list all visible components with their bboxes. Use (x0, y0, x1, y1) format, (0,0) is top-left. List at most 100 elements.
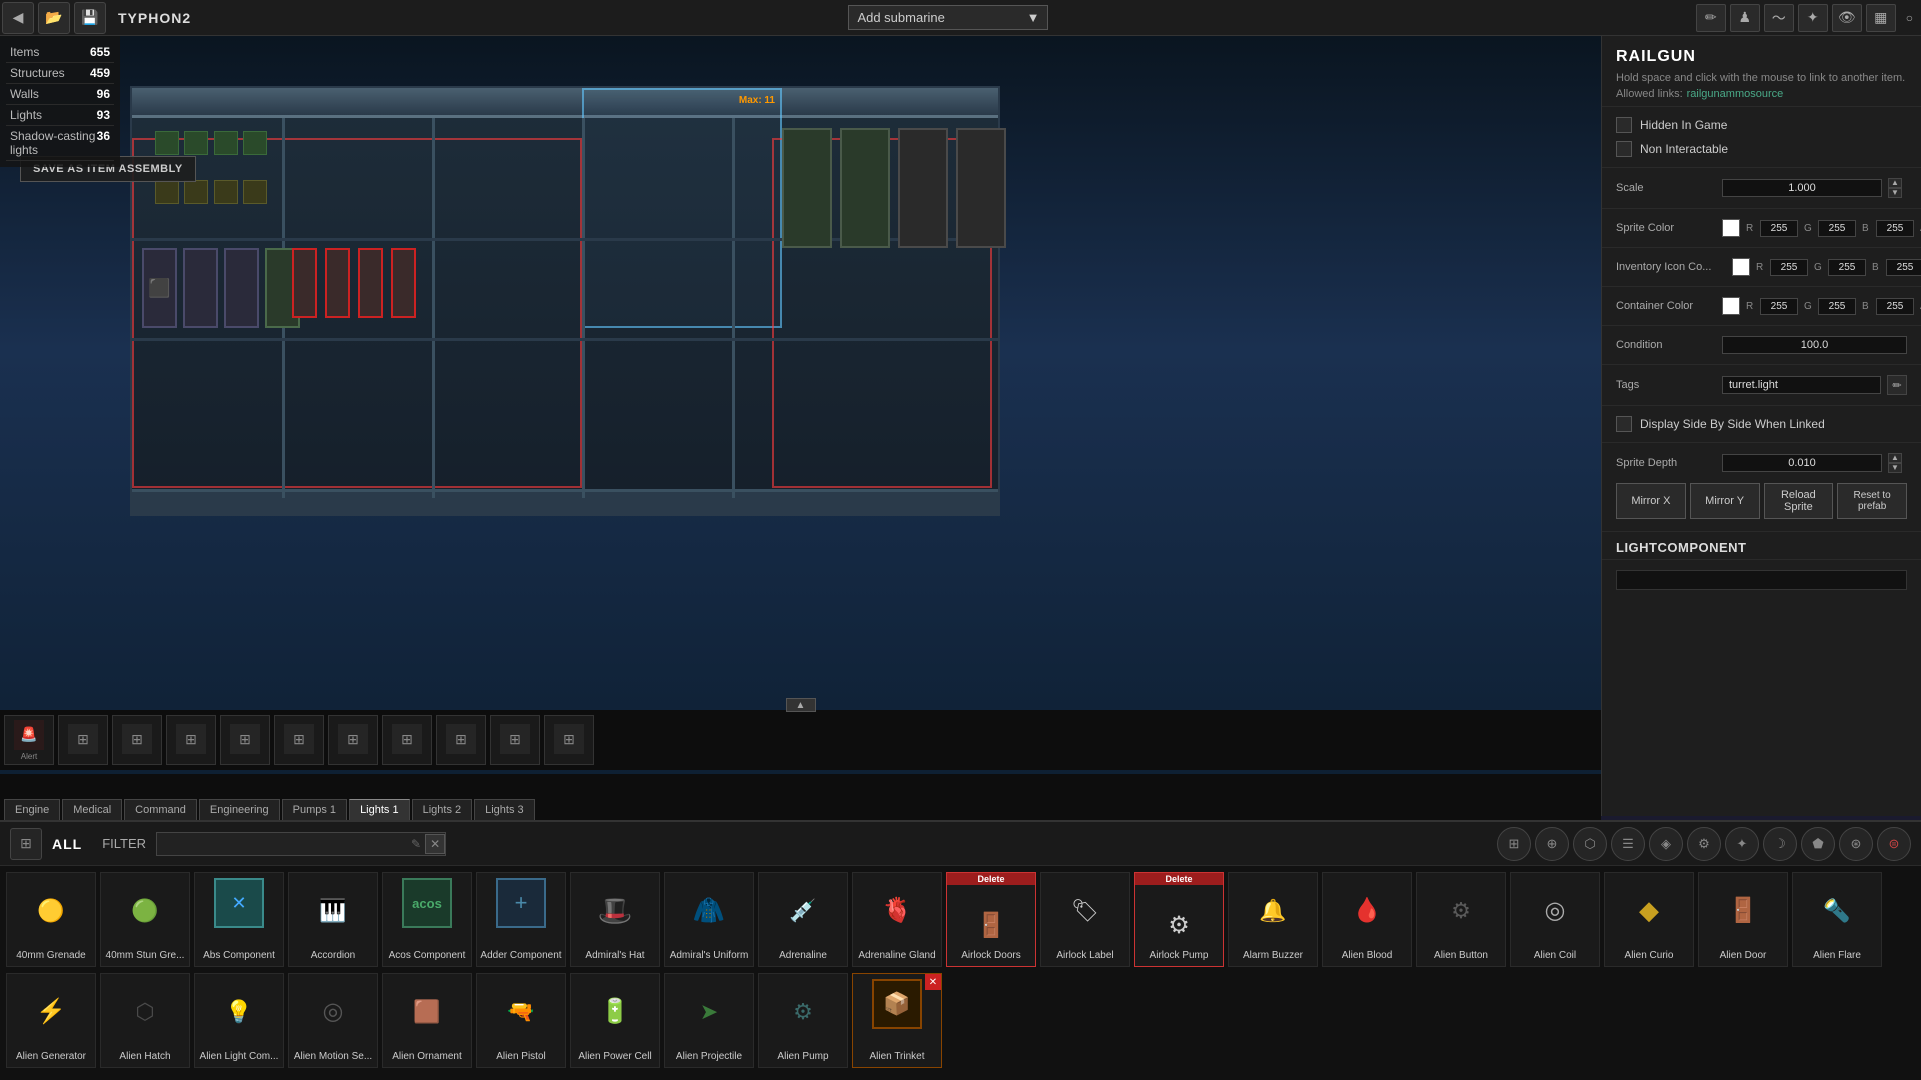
filter-cat-8[interactable]: ⬟ (1801, 827, 1835, 861)
sublayer-item[interactable]: ⊞ (166, 715, 216, 765)
item-alien-motion-sensor[interactable]: ◎ Alien Motion Se... (288, 973, 378, 1068)
node-tool[interactable]: ✦ (1798, 4, 1828, 32)
item-alien-generator[interactable]: ⚡ Alien Generator (6, 973, 96, 1068)
item-alien-button[interactable]: ⚙ Alien Button (1416, 872, 1506, 967)
filter-input[interactable] (157, 833, 407, 855)
scale-up-btn[interactable]: ▲ (1888, 178, 1902, 188)
item-alien-flare[interactable]: 🔦 Alien Flare (1792, 872, 1882, 967)
sublayer-item[interactable]: ⊞ (220, 715, 270, 765)
condition-input[interactable] (1722, 336, 1907, 354)
item-alien-coil[interactable]: ◎ Alien Coil (1510, 872, 1600, 967)
item-alien-pistol[interactable]: 🔫 Alien Pistol (476, 973, 566, 1068)
container-color-swatch[interactable] (1722, 297, 1740, 315)
item-airlock-pump[interactable]: Delete ⚙ Airlock Pump (1134, 872, 1224, 967)
tab-lights3[interactable]: Lights 3 (474, 799, 535, 820)
scale-input[interactable] (1722, 179, 1882, 197)
corner-icon[interactable]: ○ (1906, 11, 1913, 25)
item-alien-hatch[interactable]: ⬡ Alien Hatch (100, 973, 190, 1068)
item-admirals-uniform[interactable]: 🧥 Admiral's Uniform (664, 872, 754, 967)
item-acos-component[interactable]: acos Acos Component (382, 872, 472, 967)
tab-lights2[interactable]: Lights 2 (412, 799, 473, 820)
open-button[interactable]: 📂 (38, 2, 70, 34)
item-alien-power-cell[interactable]: 🔋 Alien Power Cell (570, 973, 660, 1068)
sprite-depth-down-btn[interactable]: ▼ (1888, 463, 1902, 473)
item-airlock-label[interactable]: 🏷 Airlock Label (1040, 872, 1130, 967)
mirror-x-button[interactable]: Mirror X (1616, 483, 1686, 519)
item-alien-door[interactable]: 🚪 Alien Door (1698, 872, 1788, 967)
tab-engineering[interactable]: Engineering (199, 799, 280, 820)
sprite-r-input[interactable] (1760, 220, 1798, 237)
item-alien-light-com[interactable]: 💡 Alien Light Com... (194, 973, 284, 1068)
sublayer-item[interactable]: ⊞ (328, 715, 378, 765)
inv-g-input[interactable] (1828, 259, 1866, 276)
tags-input[interactable] (1722, 376, 1881, 394)
filter-cat-5[interactable]: ⚙ (1687, 827, 1721, 861)
tab-command[interactable]: Command (124, 799, 197, 820)
item-alien-trinket[interactable]: 📦 ✕ Alien Trinket (852, 973, 942, 1068)
item-alien-projectile[interactable]: ➤ Alien Projectile (664, 973, 754, 1068)
view-tool[interactable]: 👁 (1832, 4, 1862, 32)
inventory-icon-swatch[interactable] (1732, 258, 1750, 276)
item-alien-pump[interactable]: ⚙ Alien Pump (758, 973, 848, 1068)
reload-sprite-button[interactable]: Reload Sprite (1764, 483, 1834, 519)
submarine-dropdown[interactable]: Add submarine ▼ (848, 5, 1048, 30)
con-g-input[interactable] (1818, 298, 1856, 315)
grid-view-button[interactable]: ⊞ (10, 828, 42, 860)
mirror-y-button[interactable]: Mirror Y (1690, 483, 1760, 519)
tab-engine[interactable]: Engine (4, 799, 60, 820)
filter-cat-6[interactable]: ✦ (1725, 827, 1759, 861)
all-filter-button[interactable]: ALL (52, 836, 82, 852)
item-adrenaline-gland[interactable]: 🫀 Adrenaline Gland (852, 872, 942, 967)
filter-cat-3[interactable]: ☰ (1611, 827, 1645, 861)
back-button[interactable]: ◀ (2, 2, 34, 34)
sublayer-item[interactable]: ⊞ (382, 715, 432, 765)
sprite-b-input[interactable] (1876, 220, 1914, 237)
tab-medical[interactable]: Medical (62, 799, 122, 820)
tab-lights1[interactable]: Lights 1 (349, 799, 410, 820)
inv-r-input[interactable] (1770, 259, 1808, 276)
filter-cat-4[interactable]: ◈ (1649, 827, 1683, 861)
grid-tool[interactable]: ▦ (1866, 4, 1896, 32)
character-tool[interactable]: ♟ (1730, 4, 1760, 32)
filter-cat-9[interactable]: ⊛ (1839, 827, 1873, 861)
sublayer-item[interactable]: ⊞ (58, 715, 108, 765)
item-accordion[interactable]: 🎹 Accordion (288, 872, 378, 967)
pencil-tool[interactable]: ✏ (1696, 4, 1726, 32)
sprite-color-swatch[interactable] (1722, 219, 1740, 237)
inv-b-input[interactable] (1886, 259, 1921, 276)
scale-down-btn[interactable]: ▼ (1888, 188, 1902, 198)
filter-cat-1[interactable]: ⊕ (1535, 827, 1569, 861)
path-tool[interactable]: 〜 (1764, 4, 1794, 32)
con-b-input[interactable] (1876, 298, 1914, 315)
canvas-area[interactable]: SAVE AS ITEM ASSEMBLY Max: 11 (0, 36, 1601, 820)
con-r-input[interactable] (1760, 298, 1798, 315)
panel-toggle-arrow[interactable]: ▲ (786, 698, 816, 712)
item-airlock-doors[interactable]: Delete 🚪 Airlock Doors (946, 872, 1036, 967)
filter-cat-7[interactable]: ☽ (1763, 827, 1797, 861)
clear-filter-button[interactable]: ✕ (425, 834, 445, 854)
save-button[interactable]: 💾 (74, 2, 106, 34)
tags-edit-button[interactable]: ✏ (1887, 375, 1907, 395)
non-interactable-checkbox[interactable] (1616, 141, 1632, 157)
item-alien-ornament[interactable]: 🟫 Alien Ornament (382, 973, 472, 1068)
item-alarm-buzzer[interactable]: 🔔 Alarm Buzzer (1228, 872, 1318, 967)
item-alien-curio[interactable]: ◆ Alien Curio (1604, 872, 1694, 967)
display-side-checkbox[interactable] (1616, 416, 1632, 432)
filter-cat-2[interactable]: ⬡ (1573, 827, 1607, 861)
filter-cat-all[interactable]: ⊞ (1497, 827, 1531, 861)
sublayer-item[interactable]: ⊞ (436, 715, 486, 765)
sublayer-item[interactable]: ⊞ (490, 715, 540, 765)
item-admirals-hat[interactable]: 🎩 Admiral's Hat (570, 872, 660, 967)
sublayer-item[interactable]: ⊞ (112, 715, 162, 765)
sublayer-item[interactable]: ⊞ (544, 715, 594, 765)
sprite-g-input[interactable] (1818, 220, 1856, 237)
item-adder-component[interactable]: + Adder Component (476, 872, 566, 967)
filter-cat-10[interactable]: ⊜ (1877, 827, 1911, 861)
hidden-in-game-checkbox[interactable] (1616, 117, 1632, 133)
tab-pumps1[interactable]: Pumps 1 (282, 799, 347, 820)
sublayer-item[interactable]: ⊞ (274, 715, 324, 765)
item-abs-component[interactable]: ✕ Abs Component (194, 872, 284, 967)
sprite-depth-input[interactable] (1722, 454, 1882, 472)
reset-prefab-button[interactable]: Reset to prefab (1837, 483, 1907, 519)
item-40mm-stun-grenade[interactable]: 🟢 40mm Stun Gre... (100, 872, 190, 967)
